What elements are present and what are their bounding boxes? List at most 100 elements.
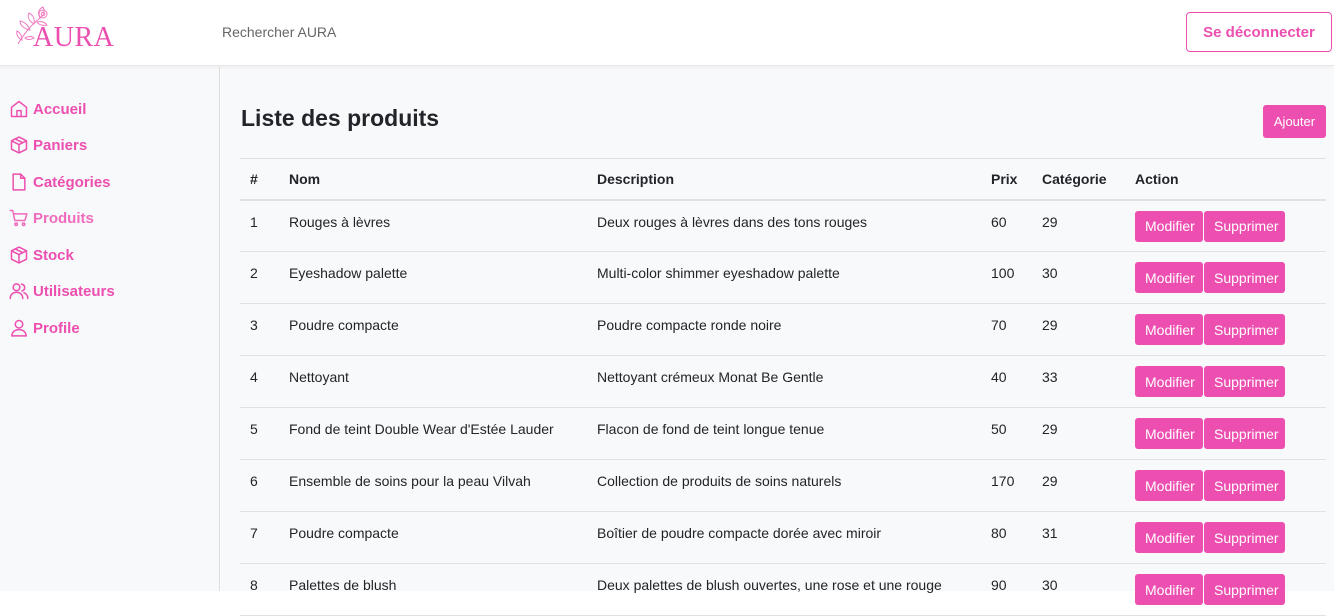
- edit-button[interactable]: Modifier: [1135, 210, 1203, 242]
- delete-button[interactable]: Supprimer: [1204, 366, 1285, 397]
- delete-button[interactable]: Supprimer: [1204, 418, 1285, 449]
- search-input[interactable]: [214, 20, 514, 44]
- sidebar-item-label: Utilisateurs: [33, 282, 115, 300]
- cell-name: Poudre compacte: [289, 317, 399, 333]
- cell-actions: Modifier Supprimer: [1125, 460, 1326, 512]
- table-row: 6 Ensemble de soins pour la peau Vilvah …: [240, 460, 1326, 512]
- home-icon: [10, 100, 28, 118]
- cell-id: 4: [250, 369, 258, 385]
- table-row: 3 Poudre compacte Poudre compacte ronde …: [240, 304, 1326, 356]
- brand-name: AURA: [33, 22, 115, 53]
- add-product-button[interactable]: Ajouter: [1263, 105, 1326, 138]
- sidebar-item-label: Catégories: [33, 173, 111, 191]
- cell-description: Flacon de fond de teint longue tenue: [597, 421, 825, 437]
- sidebar: Accueil Paniers Catégories Produits Stoc…: [0, 67, 220, 591]
- cell-actions: Modifier Supprimer: [1125, 564, 1326, 616]
- aura-logo[interactable]: AURA: [10, 4, 125, 56]
- file-icon: [12, 173, 26, 191]
- sidebar-item-label: Accueil: [33, 100, 87, 118]
- page-title: Liste des produits: [241, 105, 440, 131]
- cell-name: Nettoyant: [289, 369, 349, 385]
- cell-description: Nettoyant crémeux Monat Be Gentle: [597, 369, 824, 385]
- table-row: 8 Palettes de blush Deux palettes de blu…: [240, 564, 1326, 616]
- cell-id: 7: [250, 525, 258, 541]
- products-table: # Nom Description Prix Catégorie Action …: [240, 158, 1326, 616]
- edit-button[interactable]: Modifier: [1135, 418, 1203, 449]
- cell-price: 70: [991, 317, 1007, 333]
- table-row: 2 Eyeshadow palette Multi-color shimmer …: [240, 252, 1326, 304]
- sidebar-item-label: Profile: [33, 319, 80, 337]
- cell-description: Deux palettes de blush ouvertes, une ros…: [597, 577, 942, 593]
- cell-actions: Modifier Supprimer: [1125, 304, 1326, 356]
- cell-category: 33: [1042, 369, 1058, 385]
- sidebar-item-produits[interactable]: Produits: [9, 206, 94, 230]
- table-row: 7 Poudre compacte Boîtier de poudre comp…: [240, 512, 1326, 564]
- sidebar-item-stock[interactable]: Stock: [9, 243, 74, 267]
- top-navbar: AURA Se déconnecter: [0, 0, 1334, 66]
- table-header-row: # Nom Description Prix Catégorie Action: [240, 158, 1326, 200]
- cart-icon: [9, 209, 28, 227]
- cell-description: Collection de produits de soins naturels: [597, 473, 842, 489]
- delete-button[interactable]: Supprimer: [1204, 574, 1285, 605]
- edit-button[interactable]: Modifier: [1135, 470, 1203, 501]
- cell-price: 100: [991, 265, 1015, 281]
- cell-price: 170: [991, 473, 1015, 489]
- cell-description: Poudre compacte ronde noire: [597, 317, 782, 333]
- edit-button[interactable]: Modifier: [1135, 366, 1203, 397]
- cell-price: 60: [991, 213, 1007, 230]
- edit-button[interactable]: Modifier: [1135, 574, 1203, 605]
- cell-id: 8: [250, 577, 258, 593]
- cell-description: Multi-color shimmer eyeshadow palette: [597, 265, 840, 281]
- sidebar-item-accueil[interactable]: Accueil: [9, 97, 86, 121]
- sidebar-item-label: Paniers: [33, 136, 88, 154]
- edit-button[interactable]: Modifier: [1135, 314, 1203, 345]
- column-header-id[interactable]: #: [240, 159, 279, 200]
- cell-name: Ensemble de soins pour la peau Vilvah: [289, 473, 531, 489]
- delete-button[interactable]: Supprimer: [1204, 522, 1285, 553]
- cell-id: 5: [250, 421, 258, 437]
- cell-price: 50: [991, 421, 1007, 437]
- delete-button[interactable]: Supprimer: [1204, 262, 1285, 293]
- sidebar-item-paniers[interactable]: Paniers: [9, 133, 87, 157]
- edit-button[interactable]: Modifier: [1135, 262, 1203, 293]
- edit-button[interactable]: Modifier: [1135, 522, 1203, 553]
- cell-actions: Modifier Supprimer: [1125, 252, 1326, 304]
- column-header-price[interactable]: Prix: [981, 159, 1032, 200]
- delete-button[interactable]: Supprimer: [1204, 470, 1285, 501]
- cell-id: 6: [250, 473, 258, 489]
- sidebar-item-profile[interactable]: Profile: [9, 316, 80, 340]
- box-icon: [10, 246, 28, 264]
- sidebar-item-label: Produits: [33, 209, 94, 227]
- cell-name: Eyeshadow palette: [289, 265, 408, 281]
- sidebar-item-label: Stock: [33, 246, 74, 264]
- cell-name: Fond de teint Double Wear d'Estée Lauder: [289, 421, 554, 437]
- box-icon: [10, 136, 28, 154]
- sidebar-item-categories[interactable]: Catégories: [9, 170, 111, 194]
- cell-category: 29: [1042, 421, 1058, 437]
- logout-button[interactable]: Se déconnecter: [1186, 12, 1332, 52]
- user-icon: [11, 319, 27, 337]
- delete-button[interactable]: Supprimer: [1204, 210, 1285, 242]
- cell-price: 90: [991, 577, 1007, 593]
- column-header-category[interactable]: Catégorie: [1032, 159, 1125, 200]
- column-header-description[interactable]: Description: [587, 159, 981, 200]
- cell-description: Deux rouges à lèvres dans des tons rouge…: [597, 213, 868, 230]
- column-header-action: Action: [1135, 170, 1179, 187]
- sidebar-item-utilisateurs[interactable]: Utilisateurs: [9, 279, 115, 303]
- table-row: 1 Rouges à lèvres Deux rouges à lèvres d…: [240, 200, 1326, 252]
- cell-id: 2: [250, 265, 258, 281]
- delete-button[interactable]: Supprimer: [1204, 314, 1285, 345]
- cell-actions: Modifier Supprimer: [1125, 408, 1326, 460]
- cell-id: 1: [250, 213, 258, 230]
- cell-category: 29: [1042, 317, 1058, 333]
- table-row: 4 Nettoyant Nettoyant crémeux Monat Be G…: [240, 356, 1326, 408]
- cell-category: 30: [1042, 265, 1058, 281]
- cell-category: 31: [1042, 525, 1058, 541]
- table-row: 5 Fond de teint Double Wear d'Estée Laud…: [240, 408, 1326, 460]
- cell-price: 80: [991, 525, 1007, 541]
- cell-category: 29: [1042, 473, 1058, 489]
- column-header-name[interactable]: Nom: [279, 159, 587, 200]
- users-icon: [9, 283, 29, 300]
- cell-id: 3: [250, 317, 258, 333]
- cell-category: 29: [1042, 213, 1058, 230]
